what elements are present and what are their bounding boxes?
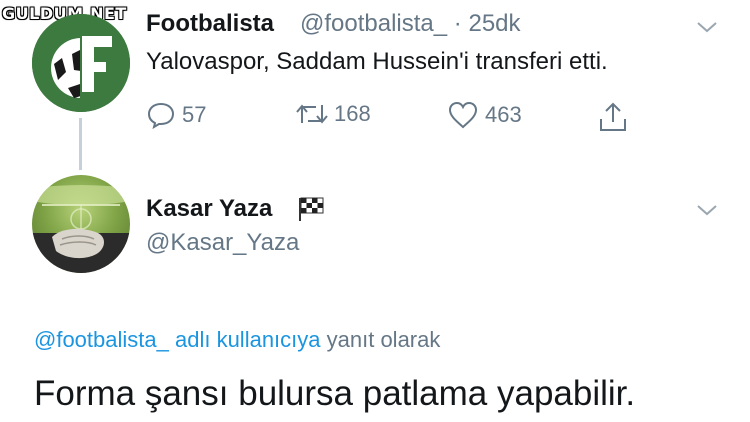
replying-to-handle: @footbalista_ [34, 327, 169, 352]
chevron-down-icon[interactable] [696, 20, 718, 34]
tweet-text: Yalovaspor, Saddam Hussein'i transferi e… [146, 48, 608, 75]
like-count: 463 [485, 102, 522, 127]
reply-count: 57 [182, 102, 207, 127]
like-icon [448, 101, 478, 129]
footbalista-avatar[interactable] [32, 14, 130, 112]
share-icon [600, 102, 626, 131]
retweet-count: 168 [334, 101, 371, 126]
tweet-author-handle[interactable]: @footbalista_ [300, 10, 447, 37]
footbalista-logo [32, 14, 130, 112]
avatar-photo [32, 185, 130, 273]
kasar-yaza-avatar[interactable] [32, 175, 130, 273]
tweet-meta: @footbalista_ · 25dk [300, 10, 521, 38]
replying-to-suffix: adlı kullanıcıya [174, 327, 321, 352]
replying-to-line: @footbalista_ adlı kullanıcıya yanıt ola… [34, 327, 440, 353]
meta-separator: · [453, 10, 462, 37]
reply-icon [147, 102, 175, 129]
like-button[interactable]: 463 [447, 101, 522, 129]
replying-to-tail: yanıt olarak [326, 327, 441, 352]
retweet-button[interactable]: 168 [294, 101, 371, 127]
reply-button[interactable]: 57 [146, 101, 206, 129]
thread-connector-line [79, 118, 82, 170]
reply-author-handle[interactable]: @Kasar_Yaza [146, 229, 299, 257]
chevron-down-icon[interactable] [696, 203, 718, 217]
tweet-timestamp[interactable]: 25dk [468, 10, 520, 37]
reply-text: Forma şansı bulursa patlama yapabilir. [34, 374, 636, 413]
reply-author-name[interactable]: Kasar Yaza [146, 195, 272, 223]
checkered-flag-icon [299, 197, 324, 221]
replying-to-link[interactable]: @footbalista_ adlı kullanıcıya [34, 327, 321, 352]
retweet-icon [296, 104, 328, 124]
share-button[interactable] [598, 101, 628, 133]
tweet-author-name[interactable]: Footbalista [146, 10, 274, 38]
